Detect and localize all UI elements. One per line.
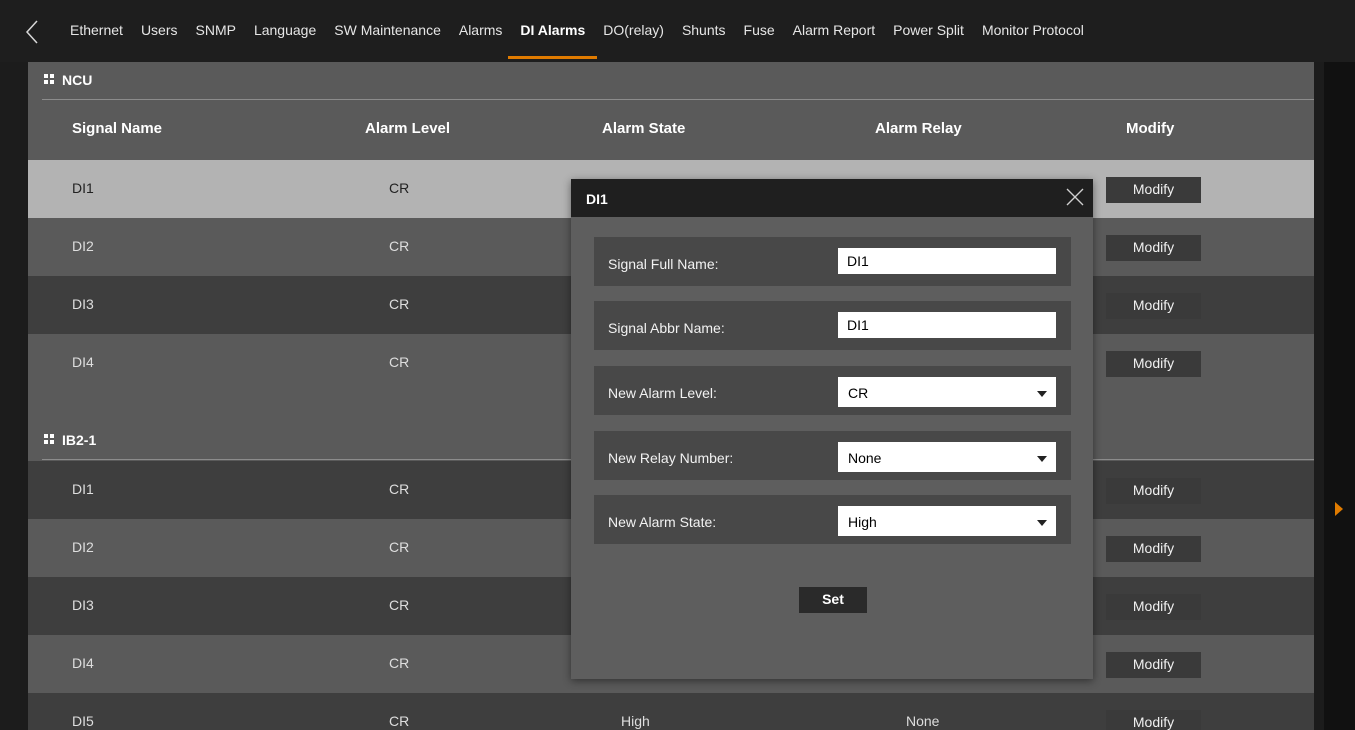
grip-icon: [44, 434, 56, 444]
signal-name-cell: DI1: [72, 180, 94, 196]
alarm-level-cell: CR: [389, 296, 410, 312]
new-alarm-level-select[interactable]: CR: [838, 377, 1056, 407]
scrollbar[interactable]: [1324, 62, 1355, 730]
tab-shunts[interactable]: Shunts: [682, 0, 726, 62]
set-button[interactable]: Set: [799, 587, 867, 613]
signal-full-name-label: Signal Full Name:: [608, 256, 719, 272]
divider: [42, 99, 1314, 100]
column-header-alarm-level: Alarm Level: [365, 120, 451, 137]
signal-name-cell: DI3: [72, 296, 94, 312]
alarm-level-cell: CR: [389, 713, 410, 729]
tab-di-alarms[interactable]: DI Alarms: [508, 0, 598, 62]
column-header-alarm-state: Alarm State: [602, 120, 686, 137]
tab-do-relay[interactable]: DO(relay): [603, 0, 664, 62]
signal-name-cell: DI4: [72, 354, 94, 370]
alarm-state-cell: High: [621, 713, 650, 729]
selected-value: CR: [848, 385, 869, 401]
modify-button[interactable]: Modify: [1106, 594, 1201, 620]
signal-name-cell: DI1: [72, 481, 94, 497]
signal-name-cell: DI3: [72, 597, 94, 613]
section-title: NCU: [62, 72, 93, 88]
tab-snmp[interactable]: SNMP: [196, 0, 236, 62]
top-tab-bar: Ethernet Users SNMP Language SW Maintena…: [0, 0, 1355, 62]
column-header-signal-name: Signal Name: [72, 120, 163, 137]
alarm-level-cell: CR: [389, 238, 410, 254]
tab-monitor-protocol[interactable]: Monitor Protocol: [982, 0, 1084, 62]
signal-name-cell: DI4: [72, 655, 94, 671]
chevron-down-icon: [1037, 456, 1047, 462]
tab-fuse[interactable]: Fuse: [744, 0, 775, 62]
modify-button[interactable]: Modify: [1106, 652, 1201, 678]
close-icon[interactable]: [1065, 187, 1085, 207]
modify-button[interactable]: Modify: [1106, 536, 1201, 562]
new-alarm-level-label: New Alarm Level:: [608, 385, 717, 401]
signal-abbr-name-input[interactable]: [838, 312, 1056, 338]
new-relay-number-row: New Relay Number: None: [594, 431, 1071, 480]
selected-value: None: [848, 450, 882, 466]
new-relay-number-select[interactable]: None: [838, 442, 1056, 472]
selected-value: High: [848, 514, 877, 530]
section-title: IB2-1: [62, 432, 97, 448]
alarm-level-cell: CR: [389, 655, 410, 671]
tab-users[interactable]: Users: [141, 0, 178, 62]
chevron-down-icon: [1037, 391, 1047, 397]
caret-right-icon[interactable]: [1335, 502, 1343, 516]
signal-name-cell: DI2: [72, 539, 94, 555]
modify-button[interactable]: Modify: [1106, 478, 1201, 504]
new-alarm-state-row: New Alarm State: High: [594, 495, 1071, 544]
signal-name-cell: DI5: [72, 713, 94, 729]
signal-full-name-input[interactable]: [838, 248, 1056, 274]
tab-alarm-report[interactable]: Alarm Report: [793, 0, 875, 62]
signal-abbr-name-row: Signal Abbr Name:: [594, 301, 1071, 350]
new-alarm-level-row: New Alarm Level: CR: [594, 366, 1071, 415]
tab-language[interactable]: Language: [254, 0, 316, 62]
grip-icon: [44, 74, 56, 84]
modify-button[interactable]: Modify: [1106, 235, 1201, 261]
chevron-left-icon[interactable]: [22, 18, 46, 46]
new-alarm-state-select[interactable]: High: [838, 506, 1056, 536]
column-header-modify: Modify: [1126, 120, 1175, 137]
section-header-ncu: NCU: [28, 62, 1314, 100]
modify-button[interactable]: Modify: [1106, 351, 1201, 377]
alarm-level-cell: CR: [389, 481, 410, 497]
modify-dialog: DI1 Signal Full Name: Signal Abbr Name: …: [571, 179, 1093, 679]
chevron-down-icon: [1037, 520, 1047, 526]
column-header-alarm-relay: Alarm Relay: [875, 120, 962, 137]
dialog-title: DI1: [586, 191, 608, 207]
signal-name-cell: DI2: [72, 238, 94, 254]
new-alarm-state-label: New Alarm State:: [608, 514, 717, 530]
dialog-header: DI1: [571, 179, 1093, 217]
alarm-level-cell: CR: [389, 354, 410, 370]
alarm-relay-cell: None: [906, 713, 940, 729]
tab-list: Ethernet Users SNMP Language SW Maintena…: [70, 0, 1102, 62]
modify-button[interactable]: Modify: [1106, 710, 1201, 730]
alarm-level-cell: CR: [389, 539, 410, 555]
signal-abbr-name-label: Signal Abbr Name:: [608, 320, 725, 336]
signal-full-name-row: Signal Full Name:: [594, 237, 1071, 286]
alarm-level-cell: CR: [389, 180, 410, 196]
tab-alarms[interactable]: Alarms: [459, 0, 503, 62]
tab-power-split[interactable]: Power Split: [893, 0, 964, 62]
tab-sw-maintenance[interactable]: SW Maintenance: [334, 0, 441, 62]
new-relay-number-label: New Relay Number:: [608, 450, 734, 466]
tab-ethernet[interactable]: Ethernet: [70, 0, 123, 62]
modify-button[interactable]: Modify: [1106, 177, 1201, 203]
alarm-level-cell: CR: [389, 597, 410, 613]
modify-button[interactable]: Modify: [1106, 293, 1201, 319]
table-row: DI5 CR High None Modify: [28, 693, 1314, 730]
